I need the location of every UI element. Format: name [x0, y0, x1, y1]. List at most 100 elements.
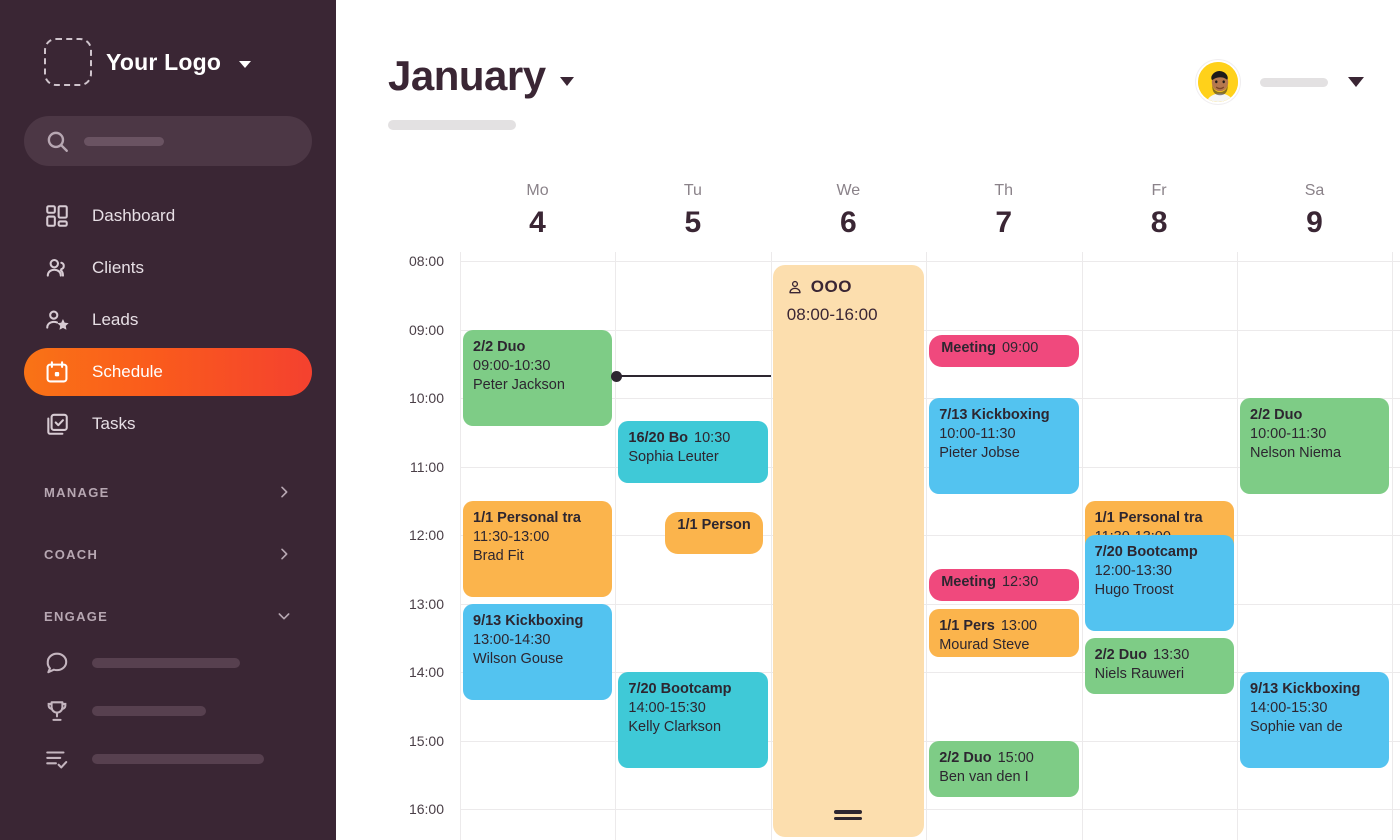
ooo-event-block[interactable]: OOO 08:00-16:00 [772, 265, 925, 837]
sidebar-item-schedule[interactable]: Schedule [24, 348, 312, 396]
calendar-event[interactable]: 9/13 Kickboxing 13:00-14:30 Wilson Gouse [463, 603, 613, 700]
event-person: Nelson Niema [1250, 445, 1342, 462]
current-time-dot [611, 370, 623, 382]
sidebar-subitem-forms[interactable] [24, 736, 312, 782]
event-person: Peter Jackson [473, 376, 565, 393]
calendar-day-header[interactable]: Tu 5 [615, 182, 770, 240]
grid-day-divider [615, 252, 617, 840]
sidebar-item-tasks[interactable]: Tasks [24, 400, 312, 448]
sidebar-item-clients[interactable]: Clients [24, 244, 312, 292]
calendar-day-header[interactable]: Th 7 [926, 182, 1081, 240]
day-name: Sa [1304, 182, 1325, 199]
day-name: We [836, 182, 861, 199]
event-time: 12:00-13:30 [1094, 563, 1172, 580]
search-placeholder [84, 136, 164, 146]
calendar-day-header[interactable]: Fr 8 [1082, 182, 1237, 240]
calendar-event[interactable]: 1/1 Person [665, 512, 764, 555]
calendar-event[interactable]: 2/2 Duo 15:00 Ben van den I [929, 740, 1079, 797]
sidebar-section-coach[interactable]: COACH [24, 532, 312, 576]
calendar-event[interactable]: 7/20 Bootcamp 12:00-13:30 Hugo Troost [1084, 535, 1234, 631]
event-person: Pieter Jobse [939, 445, 1020, 462]
event-person: Sophie van de [1250, 719, 1343, 736]
user-menu[interactable] [1196, 60, 1364, 104]
resize-handle-icon[interactable] [834, 810, 863, 823]
calendar-icon [46, 361, 68, 383]
search-input[interactable] [24, 116, 312, 166]
calendar-grid[interactable]: 08:00 09:00 10:00 11:00 12:00 13:00 14:00 15:00… [388, 252, 1400, 840]
users-icon [46, 258, 65, 277]
search-icon [47, 131, 68, 152]
calendar-event[interactable]: 16/20 Bo 10:30 Sophia Leuter [618, 420, 768, 483]
calendar-event[interactable]: 7/20 Bootcamp 14:00-15:30 Kelly Clarkson [618, 672, 768, 768]
sidebar-item-label: Schedule [92, 362, 163, 381]
sidebar-item-dashboard[interactable]: Dashboard [24, 192, 312, 240]
event-title: 7/20 Bootcamp [1094, 544, 1198, 560]
event-person: Hugo Troost [1094, 582, 1174, 599]
sidebar-subitem-placeholder [92, 706, 206, 716]
calendar-event[interactable]: 9/13 Kickboxing 14:00-15:30 Sophie van de [1240, 672, 1390, 768]
checklist-square-icon [47, 413, 68, 435]
avatar[interactable] [1196, 60, 1240, 104]
calendar: Mo 4 Tu 5 We 6 Th 7 Fr 8 Sa 9 08:00 09:00 10:00 11:00 1… [388, 182, 1400, 840]
grid-day-divider [1392, 252, 1394, 840]
month-selector[interactable]: January [388, 52, 574, 100]
time-label: 13:00 [408, 595, 444, 612]
event-title: 2/2 Duo [473, 338, 526, 355]
chat-bubble-icon [46, 652, 68, 674]
event-person: Niels Rauweri [1094, 665, 1185, 682]
day-number: 8 [1150, 206, 1168, 239]
main-panel: January Mo 4 Tu 5 We 6 Th 7 Fr 8 Sa 9 08… [336, 0, 1400, 840]
day-name: Th [994, 182, 1014, 199]
grid-hour-line [460, 809, 1400, 810]
chevron-down-icon[interactable] [1348, 77, 1364, 87]
event-title: 2/2 Duo [939, 749, 992, 766]
calendar-event[interactable]: 2/2 Duo 09:00-10:30 Peter Jackson [463, 329, 613, 426]
sidebar-section-label: MANAGE [44, 484, 110, 500]
sidebar-section-manage[interactable]: MANAGE [24, 470, 312, 514]
subtitle-placeholder [388, 120, 516, 130]
sidebar-item-leads[interactable]: Leads [24, 296, 312, 344]
sidebar-item-label: Tasks [92, 414, 136, 433]
sidebar-item-label: Dashboard [92, 206, 176, 225]
chevron-down-icon[interactable] [559, 76, 574, 86]
sidebar-subitem-achievements[interactable] [24, 688, 312, 734]
event-title: 1/1 Personal tra [1094, 509, 1203, 526]
sidebar-subitem-placeholder [92, 754, 264, 764]
calendar-day-header[interactable]: Sa 9 [1237, 182, 1392, 240]
event-title: 9/13 Kickboxing [1250, 681, 1361, 697]
sidebar-section-engage[interactable]: ENGAGE [24, 594, 312, 638]
event-person: Kelly Clarkson [628, 719, 722, 736]
day-number: 6 [839, 206, 857, 239]
calendar-event[interactable]: 1/1 Pers 13:00 Mourad Steve [929, 609, 1079, 658]
calendar-event[interactable]: 2/2 Duo 10:00-11:30 Nelson Niema [1240, 398, 1390, 494]
event-title: Meeting [941, 574, 996, 591]
calendar-event[interactable]: 7/13 Kickboxing 10:00-11:30 Pieter Jobse [929, 398, 1079, 494]
chevron-right-icon [281, 486, 288, 498]
event-title: 7/13 Kickboxing [939, 407, 1050, 423]
time-label: 11:00 [410, 458, 444, 475]
chevron-down-icon [278, 613, 290, 620]
calendar-event[interactable]: Meeting 09:00 [929, 335, 1079, 368]
ooo-time: 08:00-16:00 [786, 305, 878, 324]
event-time: 13:00 [1000, 618, 1038, 635]
event-person: Brad Fit [473, 548, 524, 564]
calendar-event[interactable]: 1/1 Personal tra 11:30-13:00 Brad Fit [463, 500, 613, 597]
time-label: 10:00 [408, 390, 444, 406]
trophy-icon [47, 701, 67, 721]
calendar-event[interactable]: Meeting 12:30 [929, 569, 1079, 602]
event-time: 10:30 [694, 429, 731, 446]
event-person: Mourad Steve [939, 637, 1030, 654]
time-label: 09:00 [408, 321, 444, 338]
event-title: 1/1 Person [677, 517, 751, 534]
grid-day-divider [926, 252, 928, 840]
calendar-day-header[interactable]: We 6 [771, 182, 926, 240]
chevron-right-icon [281, 548, 288, 560]
calendar-event[interactable]: 2/2 Duo 13:30 Niels Rauweri [1084, 637, 1234, 694]
sidebar-subitem-messages[interactable] [24, 640, 312, 686]
chevron-down-icon[interactable] [239, 60, 252, 68]
logo[interactable]: Your Logo [0, 0, 336, 86]
sidebar-section-label: COACH [44, 546, 99, 562]
ooo-title: OOO [810, 277, 852, 296]
time-label: 08:00 [408, 253, 444, 269]
calendar-day-header[interactable]: Mo 4 [460, 182, 615, 240]
